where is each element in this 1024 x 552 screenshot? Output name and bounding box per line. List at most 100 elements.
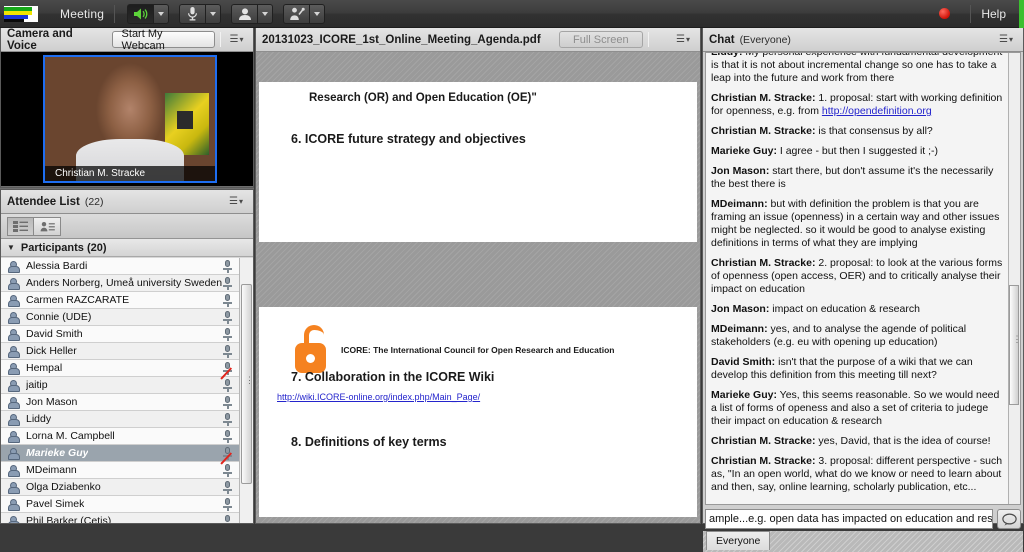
attendee-row[interactable]: MDeimann (1, 452, 239, 479)
attendee-row[interactable]: Hempal (1, 360, 239, 377)
speaker-button[interactable] (127, 3, 154, 24)
webcam-video-feed[interactable]: Christian M. Stracke (43, 55, 217, 183)
chat-message-scroll-area[interactable]: MDeimann: @Marieke: yes, I know this gro… (705, 52, 1021, 505)
document-stage[interactable]: Research (OR) and Open Education (OE)" 6… (256, 52, 700, 523)
attendee-row[interactable]: Carmen RAZCARATE (1, 292, 239, 309)
microphone-icon[interactable] (222, 277, 233, 290)
microphone-icon[interactable] (222, 498, 233, 511)
attendee-row[interactable]: Pavel Simek (1, 496, 239, 513)
avatar-icon (7, 345, 20, 358)
list-view-icon[interactable] (7, 216, 34, 236)
chat-message: Liddy: My personal experience with funda… (711, 53, 1005, 85)
chat-message-author: David Smith: (711, 356, 776, 368)
attendee-row[interactable]: Marieke Guy (1, 445, 239, 462)
chat-message-text: yes, David, that is the idea of course! (815, 435, 991, 447)
chat-message-input[interactable]: ample...e.g. open data has impacted on e… (705, 509, 993, 529)
microphone-icon (187, 6, 198, 21)
webcam-dropdown-arrow[interactable] (257, 3, 274, 24)
microphone-muted-icon[interactable] (220, 367, 233, 392)
microphone-icon[interactable] (222, 260, 233, 273)
webcam-button[interactable] (231, 3, 258, 24)
microphone-dropdown-arrow[interactable] (205, 3, 222, 24)
chat-message-text: is that consensus by all? (815, 125, 933, 137)
attendee-row[interactable]: Lorna M. Campbell (1, 428, 239, 445)
chat-scope-label: (Everyone) (739, 33, 791, 46)
attendee-row[interactable]: Liddy (1, 411, 239, 428)
blackboard-collaborate-logo (4, 5, 38, 22)
microphone-icon[interactable] (222, 430, 233, 443)
attendee-row[interactable]: Alessia Bardi (1, 258, 239, 275)
chat-message-link[interactable]: http://opendefinition.org (822, 105, 932, 117)
open-access-icon (295, 325, 327, 373)
slide-page-lower[interactable]: ICORE: The International Council for Ope… (259, 307, 697, 517)
chat-message-author: Christian M. Stracke: (711, 455, 816, 467)
microphone-icon[interactable] (222, 396, 233, 409)
webcam-name-label: Christian M. Stracke (45, 166, 215, 181)
panel-options-icon[interactable]: ☰ (225, 194, 247, 210)
raise-hand-button[interactable] (283, 3, 310, 24)
recording-dot-icon[interactable] (939, 8, 951, 19)
microphone-icon[interactable] (222, 345, 233, 358)
tab-everyone[interactable]: Everyone (706, 531, 771, 550)
attendee-name: Alessia Bardi (26, 260, 88, 272)
attendee-scrollbar[interactable] (239, 258, 253, 523)
attendee-row[interactable]: Dick Heller (1, 343, 239, 360)
chat-message: Marieke Guy: I agree - but then I sugges… (711, 145, 1005, 158)
participants-group-header[interactable]: ▼ Participants (20) (1, 239, 253, 257)
attendee-panel-header: Attendee List (22) ☰ (1, 190, 253, 214)
attendee-name: Pavel Simek (26, 498, 85, 510)
microphone-control-group (179, 3, 229, 24)
avatar-icon (7, 260, 20, 273)
chat-message: Jon Mason: start there, but don't assume… (711, 165, 1005, 191)
microphone-icon[interactable] (222, 311, 233, 324)
attendee-name: David Smith (26, 328, 83, 340)
camera-panel-title: Camera and Voice (7, 27, 73, 52)
panel-options-icon[interactable]: ☰ (672, 32, 694, 48)
document-panel: 20131023_ICORE_1st_Online_Meeting_Agenda… (255, 28, 701, 524)
attendee-row[interactable]: David Smith (1, 326, 239, 343)
attendee-name: Marieke Guy (26, 447, 89, 459)
panel-options-icon[interactable]: ☰ (226, 32, 247, 48)
panel-options-icon[interactable]: ☰ (995, 32, 1017, 48)
full-screen-button[interactable]: Full Screen (559, 31, 643, 48)
avatar-icon (7, 379, 20, 392)
chat-message: Christian M. Stracke: 3. proposal: diffe… (711, 455, 1005, 494)
attendee-name: MDeimann (26, 464, 77, 476)
speaker-dropdown-arrow[interactable] (153, 3, 170, 24)
attendee-row[interactable]: Phil Barker (Cetis) (1, 513, 239, 523)
attendee-row[interactable]: jaitip (1, 367, 239, 394)
send-message-button[interactable] (997, 509, 1021, 529)
attendee-row[interactable]: Olga Dziabenko (1, 479, 239, 496)
attendee-row[interactable]: Connie (UDE) (1, 309, 239, 326)
microphone-icon[interactable] (222, 328, 233, 341)
attendee-toolbar (1, 214, 253, 239)
chat-message-text: impact on education & research (769, 303, 920, 315)
attendee-row[interactable]: Jon Mason (1, 394, 239, 411)
attendee-scroll-area: Alessia Bardi Anders Norberg, Umeå univer… (1, 258, 253, 523)
card-view-icon[interactable] (34, 216, 61, 236)
start-my-webcam-button[interactable]: Start My Webcam (111, 28, 215, 52)
attendee-rows: Alessia Bardi Anders Norberg, Umeå univer… (1, 258, 239, 523)
attendee-row[interactable]: Anders Norberg, Umeå university Sweden (1, 275, 239, 292)
attendee-name: Dick Heller (26, 345, 77, 357)
icore-wiki-link[interactable]: http://wiki.ICORE-online.org/index.php/M… (277, 392, 480, 402)
avatar-icon (7, 362, 20, 375)
chat-scrollbar-thumb[interactable] (1009, 285, 1020, 405)
microphone-icon[interactable] (222, 294, 233, 307)
raise-hand-dropdown-arrow[interactable] (309, 3, 326, 24)
attendee-scrollbar-thumb[interactable] (241, 284, 253, 484)
chat-scrollbar[interactable] (1008, 53, 1020, 504)
microphone-button[interactable] (179, 3, 206, 24)
attendee-name: Anders Norberg, Umeå university Sweden (26, 277, 223, 289)
chat-message-author: Christian M. Stracke: (711, 92, 816, 104)
microphone-icon[interactable] (222, 481, 233, 494)
microphone-icon[interactable] (222, 413, 233, 426)
slide-page-upper[interactable]: Research (OR) and Open Education (OE)" 6… (259, 82, 697, 242)
chat-message: MDeimann: but with definition the proble… (711, 198, 1005, 250)
toolbar-divider (114, 4, 116, 23)
avatar-icon (7, 311, 20, 324)
microphone-icon[interactable] (222, 515, 233, 523)
window-title: Meeting (60, 6, 105, 21)
microphone-muted-icon[interactable] (220, 452, 233, 477)
help-button[interactable]: Help (981, 7, 1006, 21)
